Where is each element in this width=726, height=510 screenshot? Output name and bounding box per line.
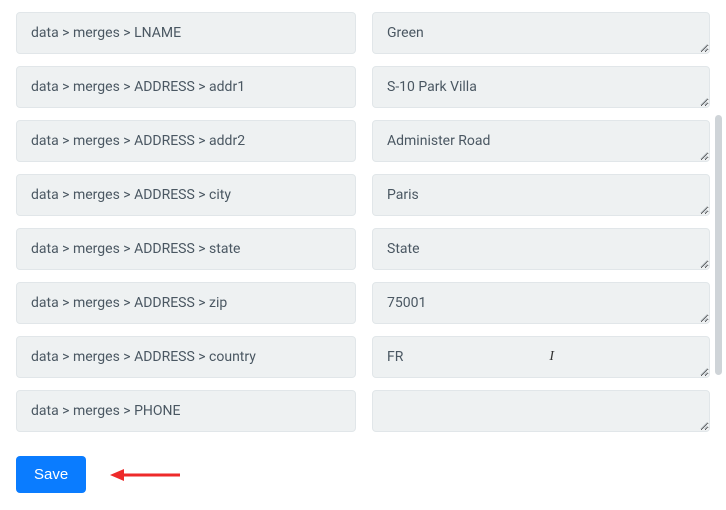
row-label: data > merges > ADDRESS > addr2: [16, 120, 356, 162]
form-row: data > merges > PHONE: [16, 390, 710, 432]
text-cursor-icon: I: [549, 349, 554, 365]
scrollbar[interactable]: [715, 115, 722, 375]
row-value-input[interactable]: State: [372, 228, 710, 270]
arrow-annotation: [110, 466, 180, 484]
row-label: data > merges > LNAME: [16, 12, 356, 54]
form-row: data > merges > ADDRESS > addr2 Administe…: [16, 120, 710, 162]
row-label: data > merges > ADDRESS > addr1: [16, 66, 356, 108]
form-row: data > merges > ADDRESS > state State: [16, 228, 710, 270]
form-row: data > merges > ADDRESS > city Paris: [16, 174, 710, 216]
button-row: Save: [16, 456, 710, 493]
form-row: data > merges > ADDRESS > zip 75001: [16, 282, 710, 324]
row-label: data > merges > ADDRESS > city: [16, 174, 356, 216]
row-value-input[interactable]: FRI: [372, 336, 710, 378]
row-label: data > merges > PHONE: [16, 390, 356, 432]
form-row: data > merges > LNAME Green: [16, 12, 710, 54]
row-label: data > merges > ADDRESS > state: [16, 228, 356, 270]
form-row: data > merges > ADDRESS > addr1 S-10 Park…: [16, 66, 710, 108]
row-value-input[interactable]: Paris: [372, 174, 710, 216]
form-row: data > merges > ADDRESS > country FRI: [16, 336, 710, 378]
row-label: data > merges > ADDRESS > zip: [16, 282, 356, 324]
row-value-input[interactable]: Administer Road: [372, 120, 710, 162]
row-value-input[interactable]: S-10 Park Villa: [372, 66, 710, 108]
row-value-input[interactable]: Green: [372, 12, 710, 54]
row-label: data > merges > ADDRESS > country: [16, 336, 356, 378]
row-value-input[interactable]: 75001: [372, 282, 710, 324]
row-value-input[interactable]: [372, 390, 710, 432]
save-button[interactable]: Save: [16, 456, 86, 493]
form-rows: data > merges > LNAMEGreendata > merges …: [16, 12, 710, 432]
